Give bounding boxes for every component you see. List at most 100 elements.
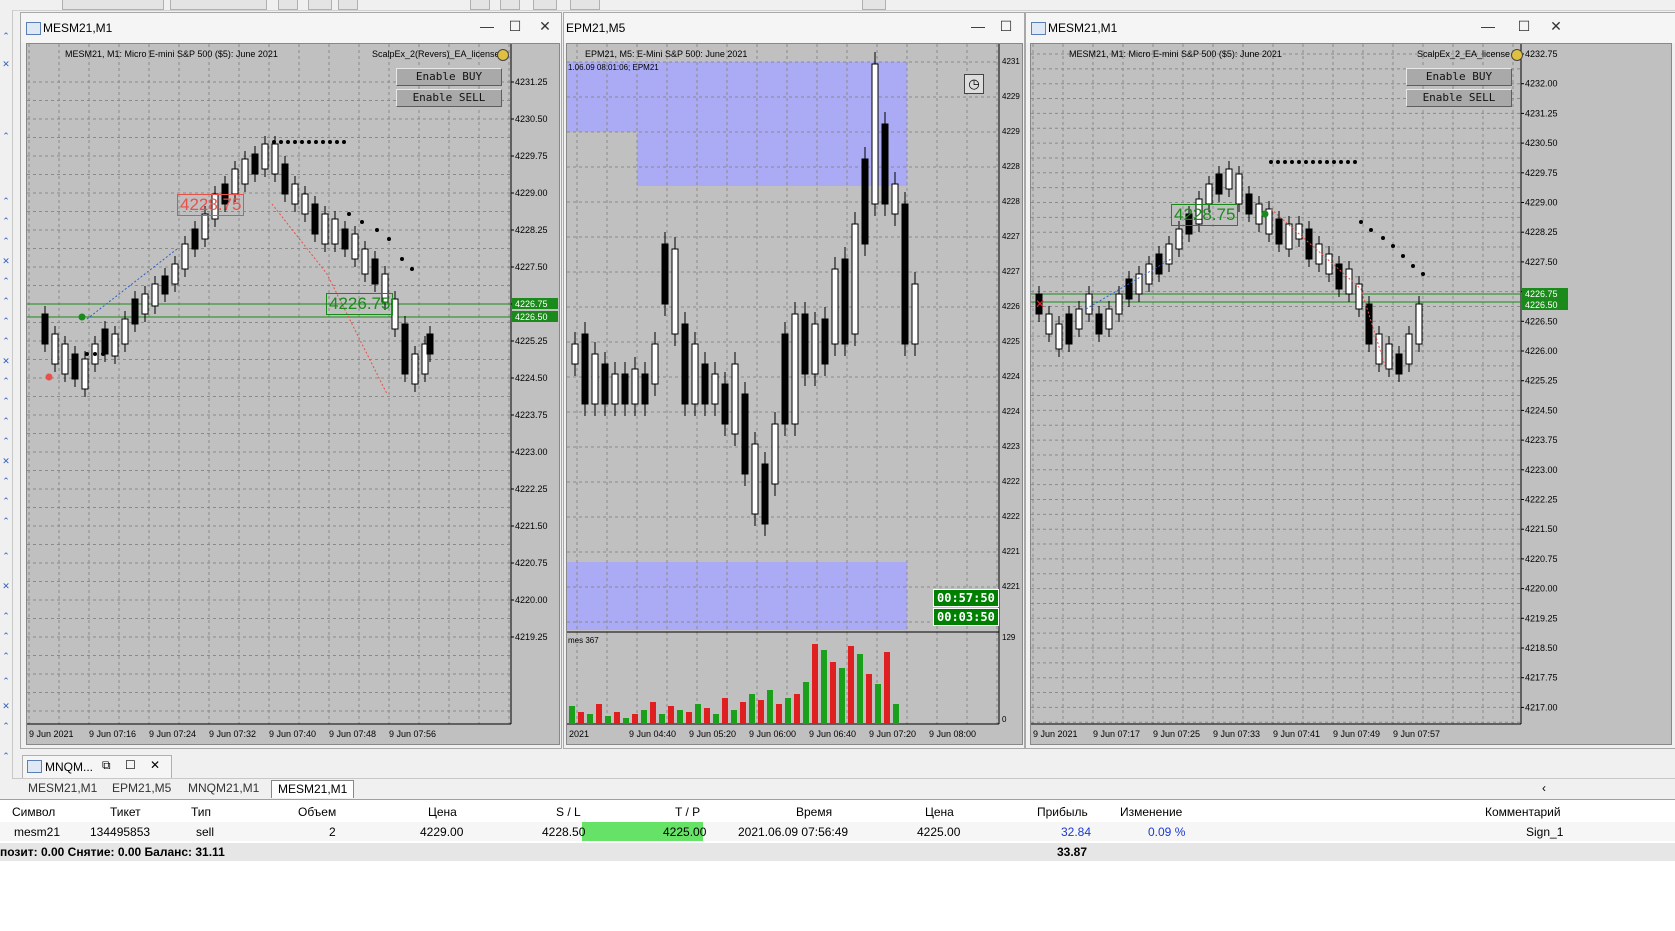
volume-bar — [794, 694, 800, 724]
tab-epm21-m5[interactable]: EPM21,M5 — [106, 780, 177, 797]
candle — [571, 343, 579, 365]
minimize-icon[interactable]: — — [479, 18, 495, 36]
col-header-sl[interactable]: S / L — [556, 803, 581, 821]
tabs-scroll-left-icon[interactable]: ‹ — [1542, 781, 1546, 795]
dock-arrow-icon[interactable]: ⌃ — [1, 315, 11, 327]
minimize-icon[interactable]: — — [970, 18, 986, 36]
dock-arrow-icon[interactable]: ✕ — [1, 580, 11, 592]
toolbar-button[interactable] — [338, 0, 358, 10]
dock-arrow-icon[interactable]: ⌃ — [1, 675, 11, 687]
dock-arrow-icon[interactable]: ⌃ — [1, 750, 11, 762]
y-tick-label: 4228.25 — [515, 225, 548, 235]
col-header-current-price[interactable]: Цена — [925, 803, 954, 821]
tab-mesm21-m1[interactable]: MESM21,M1 — [22, 780, 103, 797]
volume-bar — [713, 714, 719, 724]
dock-arrow-icon[interactable]: ⌃ — [1, 375, 11, 387]
col-header-price[interactable]: Цена — [428, 803, 457, 821]
col-header-comment[interactable]: Комментарий — [1485, 803, 1561, 821]
volume-bar — [785, 698, 791, 724]
maximize-icon[interactable]: ☐ — [507, 18, 523, 36]
enable-sell-button[interactable]: Enable SELL — [1406, 89, 1512, 107]
dock-arrow-icon[interactable]: ⌃ — [1, 720, 11, 732]
col-header-tp[interactable]: T / P — [675, 803, 700, 821]
toolbar-button[interactable] — [278, 0, 298, 10]
dock-arrow-icon[interactable]: ⌃ — [1, 30, 11, 42]
dock-arrow-icon[interactable]: ⌃ — [1, 515, 11, 527]
sar-dot — [1311, 160, 1315, 164]
maximize-icon[interactable]: ☐ — [125, 758, 136, 772]
y-tick-label: 4217.75 — [1525, 673, 1558, 683]
dock-arrow-icon[interactable]: ⌃ — [1, 275, 11, 287]
col-header-type[interactable]: Тип — [191, 803, 211, 821]
dock-arrow-icon[interactable]: ⌃ — [1, 550, 11, 562]
close-icon[interactable]: ✕ — [1548, 18, 1564, 36]
window-titlebar[interactable]: MESM21,M1 — ☐ ✕ — [1026, 13, 1675, 43]
maximize-icon[interactable]: ☐ — [1516, 18, 1532, 36]
sar-dot — [286, 140, 290, 144]
dock-arrow-icon[interactable]: ⌃ — [1, 295, 11, 307]
dock-arrow-icon[interactable]: ⌃ — [1, 235, 11, 247]
toolbar-button[interactable] — [470, 0, 490, 10]
dock-arrow-icon[interactable]: ⌃ — [1, 195, 11, 207]
tab-mesm21-m1-active[interactable]: MESM21,M1 — [271, 780, 355, 798]
dock-arrow-icon[interactable]: ⌃ — [1, 435, 11, 447]
dock-arrow-icon[interactable]: ⌃ — [1, 650, 11, 662]
col-header-change[interactable]: Изменение — [1120, 803, 1182, 821]
candle — [191, 228, 199, 250]
col-header-time[interactable]: Время — [796, 803, 832, 821]
window-title: MESM21,M1 — [1048, 21, 1118, 35]
x-tick-label: 9 Jun 07:25 — [1153, 729, 1200, 739]
left-dock-strip: ⌃ ✕ ⌃ ⌃ ⌃ ⌃ ✕ ⌃ ⌃ ⌃ ⌃ ✕ ⌃ ⌃ ⌃ ⌃ ✕ ⌃ ⌃ ⌃ ⌃ ✕ ⌃ ⌃ ⌃ ⌃ ✕ ⌃ ⌃ — [0, 10, 13, 800]
dock-arrow-icon[interactable]: ✕ — [1, 355, 11, 367]
toolbar-button[interactable] — [862, 0, 886, 10]
minimized-chart-window[interactable]: MNQM... ⧉ ☐ ✕ — [22, 755, 172, 779]
volume-bar — [812, 644, 818, 724]
price-chart[interactable]: 4232.75 4232.00 4231.25 4230.50 4229.75 4229.… — [1030, 43, 1672, 745]
dock-arrow-icon[interactable]: ⌃ — [1, 415, 11, 427]
clock-icon[interactable]: ◷ — [964, 74, 984, 94]
dock-arrow-icon[interactable]: ⌃ — [1, 335, 11, 347]
price-tag-label: 4226.50 — [1525, 300, 1558, 310]
enable-buy-button[interactable]: Enable BUY — [1406, 68, 1512, 86]
chart-header: MESM21, M1: Micro E-mini S&P 500 ($5): J… — [1069, 49, 1282, 59]
dock-arrow-icon[interactable]: ✕ — [1, 255, 11, 267]
y-tick-label: 4222 — [1002, 512, 1020, 521]
dock-arrow-icon[interactable]: ⌃ — [1, 610, 11, 622]
price-chart[interactable]: 4231 4229 4229 4228 4228 4227 4227 4226 4225 4224… — [566, 43, 1023, 745]
restore-icon[interactable]: ⧉ — [102, 758, 111, 773]
new-order-button[interactable] — [170, 0, 267, 10]
toolbar-button[interactable] — [533, 0, 557, 10]
dock-arrow-icon[interactable]: ✕ — [1, 58, 11, 70]
col-header-profit[interactable]: Прибыль — [1037, 803, 1088, 821]
dock-arrow-icon[interactable]: ⌃ — [1, 475, 11, 487]
window-titlebar[interactable]: MESM21,M1 — ☐ ✕ — [21, 13, 561, 43]
close-icon[interactable]: ✕ — [150, 758, 160, 772]
candle — [1115, 293, 1123, 315]
window-title: EPM21,M5 — [566, 21, 626, 35]
volume-bar — [641, 710, 647, 724]
window-titlebar[interactable]: EPM21,M5 — ☐ — [564, 13, 1024, 43]
close-icon[interactable]: ✕ — [537, 18, 553, 36]
dock-arrow-icon[interactable]: ⌃ — [1, 130, 11, 142]
tab-mnqm21-m1[interactable]: MNQM21,M1 — [182, 780, 265, 797]
x-tick-label: 9 Jun 06:00 — [749, 729, 796, 739]
minimize-icon[interactable]: — — [1480, 18, 1496, 36]
dock-arrow-icon[interactable]: ⌃ — [1, 215, 11, 227]
toolbar-button[interactable] — [500, 0, 520, 10]
dock-arrow-icon[interactable]: ⌃ — [1, 630, 11, 642]
col-header-ticket[interactable]: Тикет — [110, 803, 141, 821]
col-header-volume[interactable]: Объем — [298, 803, 336, 821]
enable-buy-button[interactable]: Enable BUY — [396, 68, 502, 86]
enable-sell-button[interactable]: Enable SELL — [396, 89, 502, 107]
dock-arrow-icon[interactable]: ✕ — [1, 455, 11, 467]
y-tick-label: 4230.50 — [1525, 138, 1558, 148]
dock-arrow-icon[interactable]: ⌃ — [1, 395, 11, 407]
dock-arrow-icon[interactable]: ✕ — [1, 700, 11, 712]
maximize-icon[interactable]: ☐ — [998, 18, 1014, 36]
price-chart[interactable]: 4231.25 4230.50 4229.75 4229.00 4228.25 4227.… — [26, 43, 560, 745]
toolbar-button[interactable] — [570, 0, 600, 10]
col-header-symbol[interactable]: Символ — [12, 803, 55, 821]
algo-trading-button[interactable] — [62, 0, 164, 10]
dock-arrow-icon[interactable]: ⌃ — [1, 495, 11, 507]
toolbar-button[interactable] — [308, 0, 332, 10]
